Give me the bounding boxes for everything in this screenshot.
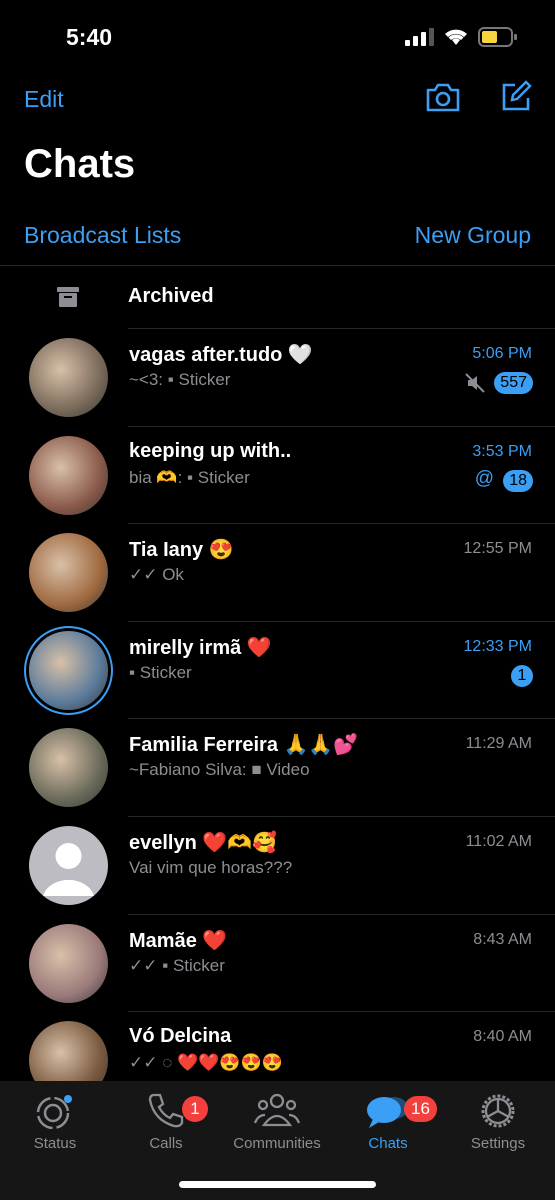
status-icon bbox=[5, 1091, 105, 1129]
mention-icon: @ bbox=[474, 467, 494, 489]
edit-button[interactable]: Edit bbox=[24, 86, 64, 113]
avatar[interactable] bbox=[29, 338, 108, 417]
chat-name: evellyn ❤️🫶🥰 bbox=[129, 832, 278, 854]
chat-row[interactable]: evellyn ❤️🫶🥰 Vai vim que horas??? 11:02 … bbox=[0, 816, 555, 913]
tab-label: Calls bbox=[149, 1135, 183, 1152]
avatar[interactable] bbox=[29, 923, 108, 1003]
chat-time: 5:06 PM bbox=[472, 345, 532, 362]
divider bbox=[0, 265, 555, 266]
battery-icon bbox=[478, 27, 517, 47]
chat-name: keeping up with.. bbox=[129, 439, 292, 462]
chat-time: 11:02 AM bbox=[465, 833, 532, 850]
chat-preview: ✓✓ Ok bbox=[129, 565, 184, 585]
chat-row[interactable]: mirelly irmã ❤️ ▪ Sticker 12:33 PM 1 bbox=[0, 621, 555, 718]
tab-settings[interactable]: Settings bbox=[448, 1091, 548, 1152]
avatar[interactable] bbox=[29, 826, 108, 905]
tab-label: Status bbox=[33, 1135, 77, 1152]
tab-communities[interactable]: Communities bbox=[227, 1091, 327, 1152]
tab-status[interactable]: Status bbox=[5, 1091, 105, 1152]
archive-icon bbox=[57, 287, 79, 307]
chat-name: Mamãe ❤️ bbox=[129, 929, 228, 952]
unread-badge: 18 bbox=[503, 469, 533, 492]
default-avatar-icon bbox=[43, 843, 94, 896]
chat-time: 8:43 AM bbox=[473, 930, 532, 948]
chat-time: 8:40 AM bbox=[473, 1028, 532, 1046]
chat-row[interactable]: Mamãe ❤️ ✓✓ ▪ Sticker 8:43 AM bbox=[0, 914, 555, 1011]
chat-time: 3:53 PM bbox=[472, 442, 532, 460]
new-group-button[interactable]: New Group bbox=[415, 222, 531, 249]
compose-icon[interactable] bbox=[500, 80, 532, 112]
chat-row[interactable]: keeping up with.. bia 🫶: ▪ Sticker 3:53 … bbox=[0, 426, 555, 523]
unread-badge: 1 bbox=[511, 664, 533, 687]
chat-preview: ▪ Sticker bbox=[129, 662, 192, 682]
avatar[interactable] bbox=[29, 728, 108, 808]
tab-badge: 16 bbox=[404, 1096, 437, 1122]
tab-label: Settings bbox=[470, 1135, 526, 1152]
avatar[interactable] bbox=[29, 533, 108, 613]
home-indicator bbox=[179, 1181, 376, 1188]
tab-badge: 1 bbox=[182, 1096, 208, 1122]
chat-name: Tia Iany 😍 bbox=[129, 539, 234, 562]
chat-row[interactable]: Familia Ferreira 🙏🙏💕 ~Fabiano Silva: ■ V… bbox=[0, 718, 555, 815]
camera-icon[interactable] bbox=[425, 81, 461, 113]
signal-icon bbox=[405, 28, 434, 46]
chat-name: mirelly irmã ❤️ bbox=[129, 636, 272, 659]
chat-preview: ~Fabiano Silva: ■ Video bbox=[129, 760, 310, 780]
archived-label: Archived bbox=[128, 285, 214, 307]
chat-name: Familia Ferreira 🙏🙏💕 bbox=[129, 734, 359, 757]
tab-calls[interactable]: Calls 1 bbox=[116, 1091, 216, 1152]
chat-time: 12:55 PM bbox=[463, 540, 532, 558]
communities-icon bbox=[227, 1091, 327, 1129]
tab-label: Chats bbox=[368, 1135, 408, 1152]
unread-badge: 557 bbox=[494, 372, 533, 394]
page-title: Chats bbox=[24, 142, 136, 186]
avatar[interactable] bbox=[29, 630, 108, 710]
avatar[interactable] bbox=[29, 435, 108, 515]
tab-label: Communities bbox=[233, 1135, 321, 1152]
tab-chats[interactable]: Chats 16 bbox=[338, 1091, 438, 1152]
chat-row[interactable]: vagas after.tudo 🤍 ~<3: ▪ Sticker 5:06 P… bbox=[0, 328, 555, 425]
muted-icon bbox=[465, 373, 485, 393]
chat-time: 12:33 PM bbox=[463, 637, 532, 655]
chat-preview: ✓✓ ◌ ❤️❤️😍😍😍 bbox=[129, 1053, 283, 1073]
chat-preview: Vai vim que horas??? bbox=[129, 858, 293, 877]
chat-time: 11:29 AM bbox=[465, 735, 532, 753]
chat-preview: bia 🫶: ▪ Sticker bbox=[129, 467, 250, 487]
wifi-icon bbox=[445, 29, 467, 45]
chat-preview: ~<3: ▪ Sticker bbox=[129, 370, 231, 389]
chat-name: vagas after.tudo 🤍 bbox=[129, 344, 313, 366]
broadcast-lists-button[interactable]: Broadcast Lists bbox=[24, 222, 181, 249]
chat-row[interactable]: Tia Iany 😍 ✓✓ Ok 12:55 PM bbox=[0, 523, 555, 620]
chat-name: Vó Delcina bbox=[129, 1025, 232, 1048]
chat-preview: ✓✓ ▪ Sticker bbox=[129, 955, 225, 975]
clock: 5:40 bbox=[66, 24, 113, 50]
gear-icon bbox=[448, 1091, 548, 1129]
